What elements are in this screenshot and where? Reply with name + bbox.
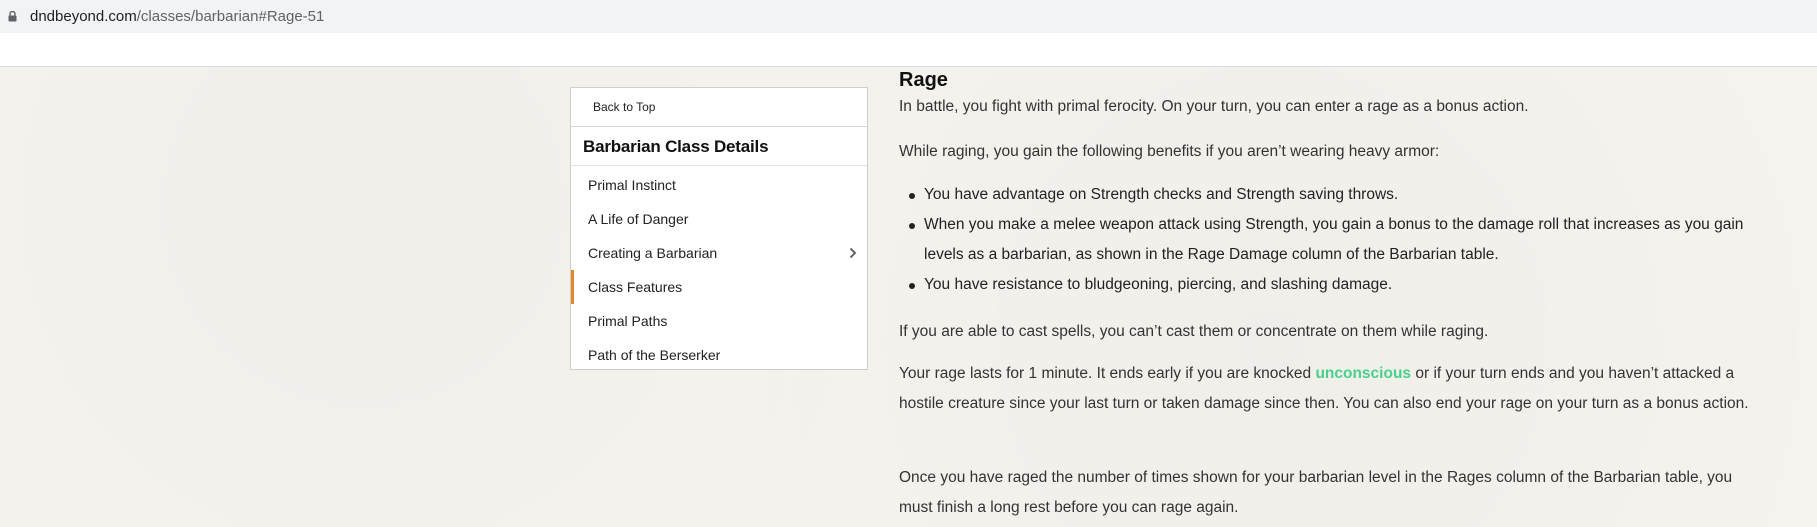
sidebar-item-label: Path of the Berserker bbox=[588, 347, 721, 363]
sidebar-item-class-features[interactable]: Class Features bbox=[571, 270, 867, 304]
sidebar-item-a-life-of-danger[interactable]: A Life of Danger bbox=[571, 202, 867, 236]
list-item: You have advantage on Strength checks an… bbox=[899, 180, 1759, 210]
class-details-sidebar: Back to Top Barbarian Class Details Prim… bbox=[570, 87, 868, 370]
chevron-right-icon[interactable] bbox=[849, 247, 857, 259]
sidebar-item-label: Primal Instinct bbox=[588, 177, 676, 193]
paragraph-benefits-intro: While raging, you gain the following ben… bbox=[899, 143, 1440, 160]
lock-icon bbox=[8, 11, 17, 22]
back-to-top-link[interactable]: Back to Top bbox=[571, 88, 867, 127]
sidebar-item-label: Primal Paths bbox=[588, 313, 668, 329]
sidebar-item-label: Creating a Barbarian bbox=[588, 245, 718, 261]
active-indicator bbox=[571, 270, 574, 304]
paragraph-rest: Once you have raged the number of times … bbox=[899, 469, 1733, 516]
sidebar-title: Barbarian Class Details bbox=[583, 137, 769, 156]
list-item: You have resistance to bludgeoning, pier… bbox=[899, 270, 1759, 300]
section-heading: Rage bbox=[899, 69, 948, 91]
sidebar-item-label: A Life of Danger bbox=[588, 211, 689, 227]
list-item: When you make a melee weapon attack usin… bbox=[899, 210, 1759, 270]
url-host: dndbeyond.com bbox=[30, 8, 137, 25]
sidebar-item-path-of-the-berserker[interactable]: Path of the Berserker bbox=[571, 338, 867, 372]
paragraph-intro: In battle, you fight with primal ferocit… bbox=[899, 98, 1529, 115]
sidebar-item-primal-instinct[interactable]: Primal Instinct bbox=[571, 168, 867, 202]
back-to-top-label: Back to Top bbox=[593, 100, 656, 114]
unconscious-link[interactable]: unconscious bbox=[1315, 365, 1411, 382]
sidebar-divider bbox=[571, 165, 867, 166]
sidebar-item-primal-paths[interactable]: Primal Paths bbox=[571, 304, 867, 338]
browser-toolbar bbox=[0, 33, 1817, 67]
paragraph-spells: If you are able to cast spells, you can’… bbox=[899, 323, 1489, 340]
url-path: /classes/barbarian#Rage-51 bbox=[136, 8, 325, 25]
sidebar-item-label: Class Features bbox=[588, 279, 683, 295]
url-text[interactable]: dndbeyond.com/classes/barbarian#Rage-51 bbox=[30, 8, 324, 25]
sidebar-item-creating-a-barbarian[interactable]: Creating a Barbarian bbox=[571, 236, 867, 270]
benefits-list: You have advantage on Strength checks an… bbox=[899, 180, 1759, 300]
paragraph-duration: Your rage lasts for 1 minute. It ends ea… bbox=[899, 359, 1759, 419]
duration-text-start: Your rage lasts for 1 minute. It ends ea… bbox=[899, 365, 1316, 382]
address-bar[interactable]: dndbeyond.com/classes/barbarian#Rage-51 bbox=[0, 0, 1817, 33]
